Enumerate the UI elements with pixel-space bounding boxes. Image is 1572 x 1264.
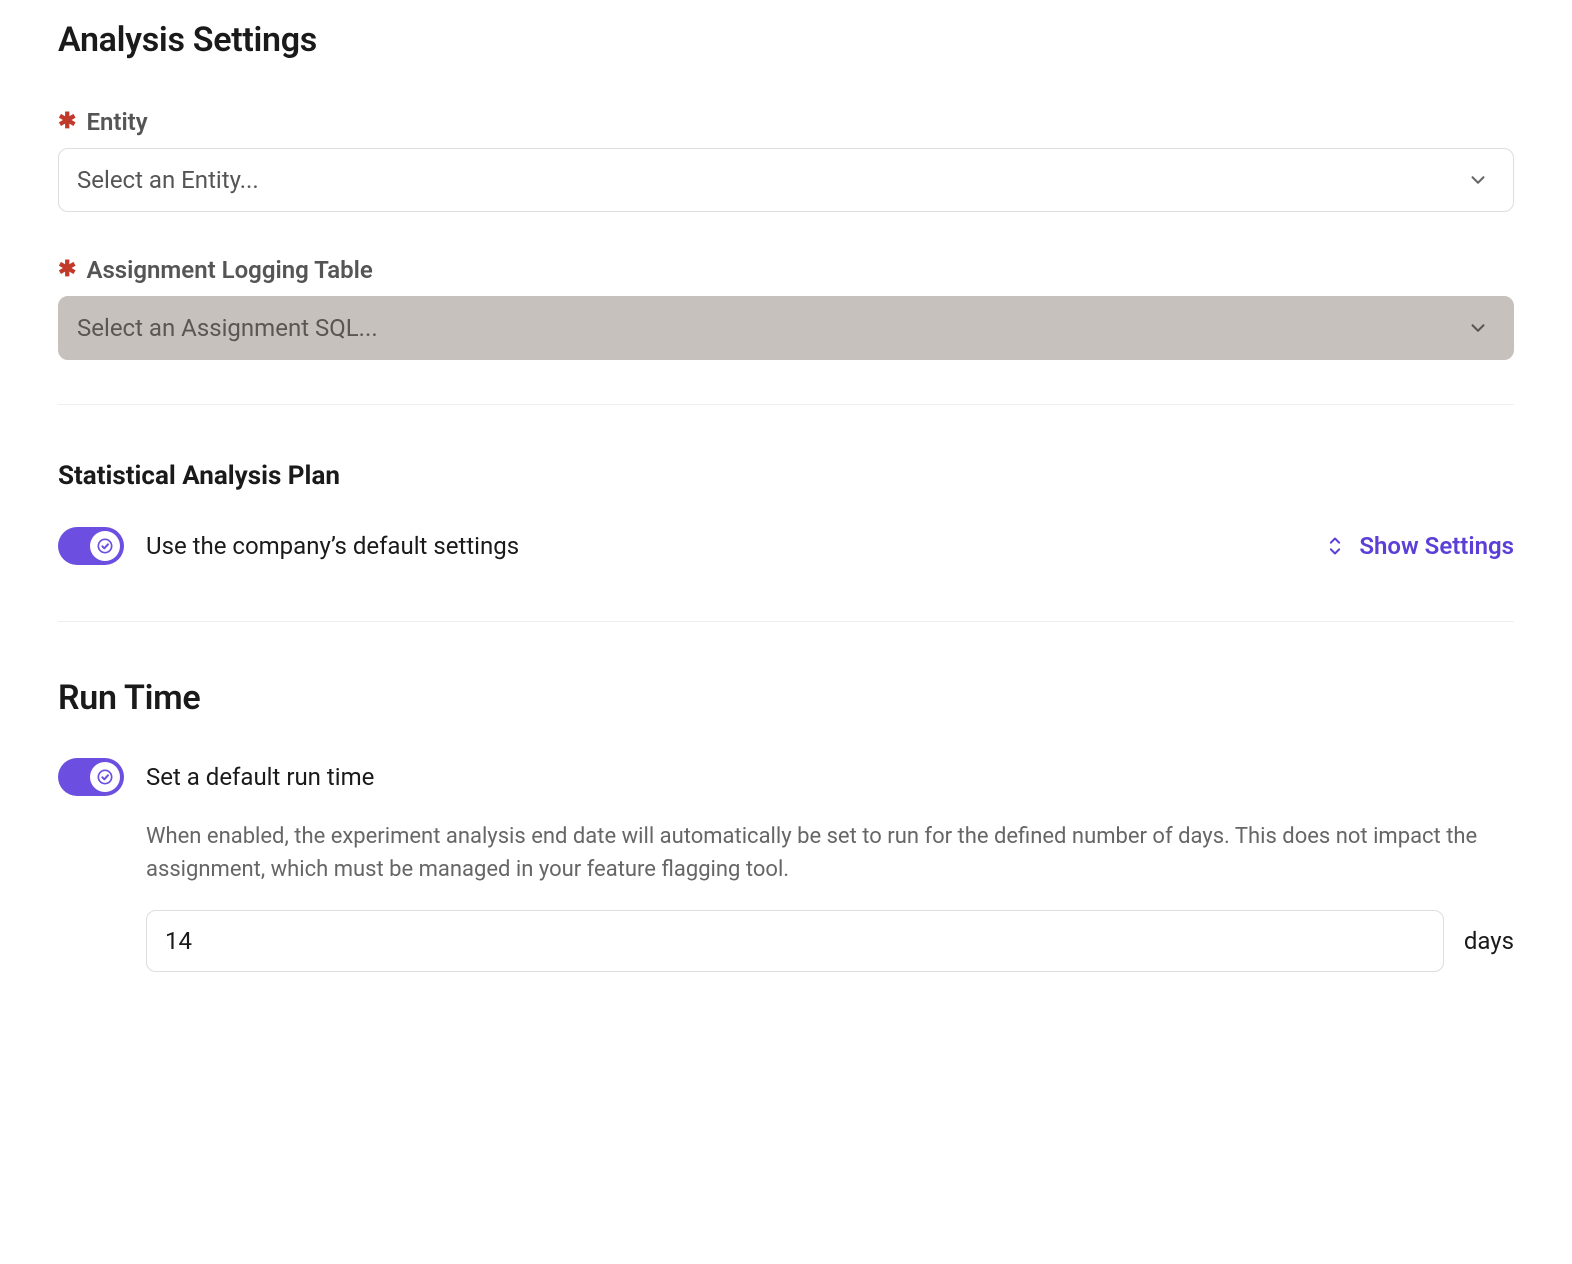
required-icon: ✱	[58, 259, 76, 281]
assignment-label: ✱ Assignment Logging Table	[58, 256, 1514, 284]
runtime-toggle[interactable]	[58, 758, 124, 796]
assignment-select[interactable]: Select an Assignment SQL...	[58, 296, 1514, 360]
runtime-days-input[interactable]	[146, 910, 1444, 972]
check-icon	[97, 538, 113, 554]
plan-toggle[interactable]	[58, 527, 124, 565]
chevron-down-icon	[1467, 317, 1489, 339]
chevron-down-icon	[1467, 169, 1489, 191]
plan-toggle-row: Use the company’s default settings	[58, 527, 519, 565]
divider	[58, 404, 1514, 405]
plan-title: Statistical Analysis Plan	[58, 461, 1514, 491]
analysis-settings-title: Analysis Settings	[58, 20, 1514, 60]
required-icon: ✱	[58, 111, 76, 133]
entity-field: ✱ Entity Select an Entity...	[58, 108, 1514, 212]
plan-row: Use the company’s default settings Show …	[58, 527, 1514, 565]
runtime-toggle-row: Set a default run time	[58, 758, 1514, 796]
entity-label-text: Entity	[86, 108, 147, 136]
assignment-label-text: Assignment Logging Table	[86, 256, 372, 284]
show-settings-button[interactable]: Show Settings	[1325, 531, 1514, 561]
toggle-knob	[90, 762, 120, 792]
toggle-knob	[90, 531, 120, 561]
show-settings-label: Show Settings	[1359, 532, 1514, 560]
assignment-select-placeholder: Select an Assignment SQL...	[77, 314, 378, 342]
entity-label: ✱ Entity	[58, 108, 1514, 136]
runtime-toggle-label: Set a default run time	[146, 763, 374, 791]
runtime-unit-label: days	[1464, 927, 1514, 955]
runtime-title: Run Time	[58, 678, 1514, 718]
divider	[58, 621, 1514, 622]
entity-select[interactable]: Select an Entity...	[58, 148, 1514, 212]
entity-select-placeholder: Select an Entity...	[77, 166, 259, 194]
check-icon	[97, 769, 113, 785]
runtime-description: When enabled, the experiment analysis en…	[146, 820, 1514, 886]
plan-toggle-label: Use the company’s default settings	[146, 532, 519, 560]
assignment-field: ✱ Assignment Logging Table Select an Ass…	[58, 256, 1514, 360]
runtime-input-row: days	[146, 910, 1514, 972]
expand-icon	[1325, 531, 1345, 561]
